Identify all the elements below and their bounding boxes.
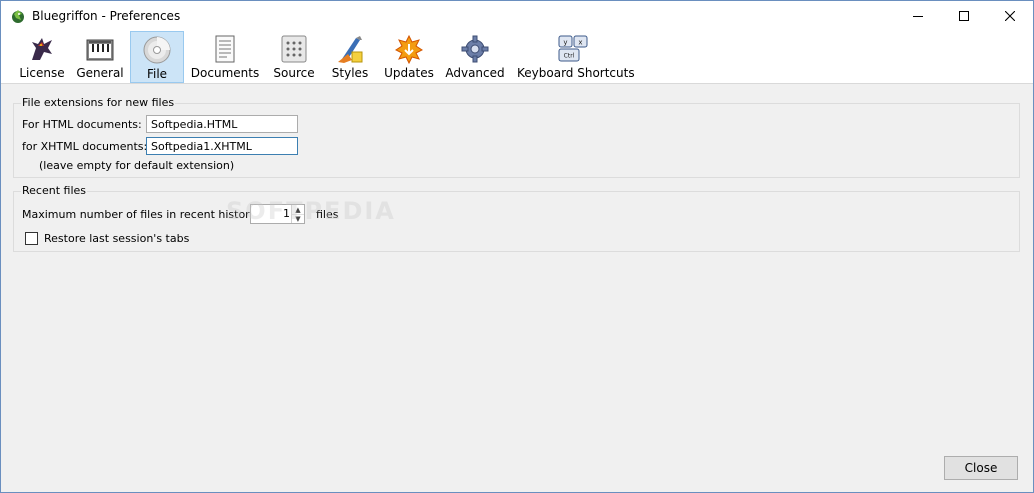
tab-file[interactable]: File xyxy=(130,31,184,83)
title-bar: Bluegriffon - Preferences xyxy=(1,1,1033,31)
close-window-button[interactable] xyxy=(987,1,1033,31)
extension-hint: (leave empty for default extension) xyxy=(39,159,235,172)
tab-documents-label: Documents xyxy=(190,66,260,80)
maximize-button[interactable] xyxy=(941,1,987,31)
svg-text:Ctrl: Ctrl xyxy=(564,53,575,60)
maximize-icon xyxy=(959,11,969,21)
gear-icon xyxy=(461,35,489,63)
source-icon xyxy=(281,35,307,63)
griffon-icon xyxy=(32,38,52,60)
tab-file-label: File xyxy=(146,67,168,81)
keyboard-icon: y x Ctrl xyxy=(558,35,588,62)
tab-advanced-label: Advanced xyxy=(445,66,505,80)
xhtml-extension-input[interactable] xyxy=(146,137,298,155)
file-extensions-legend: File extensions for new files xyxy=(21,96,176,109)
restore-tabs-checkbox[interactable] xyxy=(25,232,38,245)
html-extension-label: For HTML documents: xyxy=(22,118,142,131)
update-icon xyxy=(395,34,423,64)
preferences-toolbar: License General File Documents Source St… xyxy=(1,31,1033,84)
tab-general[interactable]: General xyxy=(74,31,126,83)
tab-updates-label: Updates xyxy=(384,66,434,80)
tab-source[interactable]: Source xyxy=(269,31,319,83)
xhtml-extension-label: for XHTML documents: xyxy=(22,140,148,153)
tab-license[interactable]: License xyxy=(15,31,69,83)
tab-updates[interactable]: Updates xyxy=(381,31,437,83)
document-icon xyxy=(215,35,235,63)
html-extension-input[interactable] xyxy=(146,115,298,133)
window-title: Bluegriffon - Preferences xyxy=(32,9,181,23)
tab-keyboard-shortcuts[interactable]: y x Ctrl Keyboard Shortcuts xyxy=(517,31,635,83)
tab-styles-label: Styles xyxy=(331,66,369,80)
brush-icon xyxy=(338,36,363,63)
minimize-icon xyxy=(913,16,923,17)
tab-advanced[interactable]: Advanced xyxy=(444,31,506,83)
tab-documents[interactable]: Documents xyxy=(190,31,260,83)
tab-general-label: General xyxy=(76,66,124,80)
file-extensions-group: File extensions for new files For HTML d… xyxy=(13,96,1020,178)
piano-icon xyxy=(86,39,114,61)
bluegriffon-app-icon xyxy=(12,10,24,23)
disc-icon xyxy=(143,36,171,64)
tab-keyboard-shortcuts-label: Keyboard Shortcuts xyxy=(517,66,635,80)
softpedia-watermark: SOFTPEDIA xyxy=(226,197,396,225)
svg-text:y: y xyxy=(563,39,567,47)
recent-files-legend: Recent files xyxy=(21,184,87,197)
tab-styles[interactable]: Styles xyxy=(327,31,373,83)
close-button[interactable]: Close xyxy=(944,456,1018,480)
svg-text:x: x xyxy=(578,39,582,47)
tab-source-label: Source xyxy=(273,66,315,80)
max-recent-label: Maximum number of files in recent histor… xyxy=(22,208,260,221)
preferences-window: Bluegriffon - Preferences License Genera… xyxy=(0,0,1034,493)
minimize-button[interactable] xyxy=(895,1,941,31)
close-icon xyxy=(1005,11,1015,21)
tab-license-label: License xyxy=(19,66,65,80)
restore-tabs-label: Restore last session's tabs xyxy=(44,232,190,245)
recent-files-group: Recent files Maximum number of files in … xyxy=(13,184,1020,252)
